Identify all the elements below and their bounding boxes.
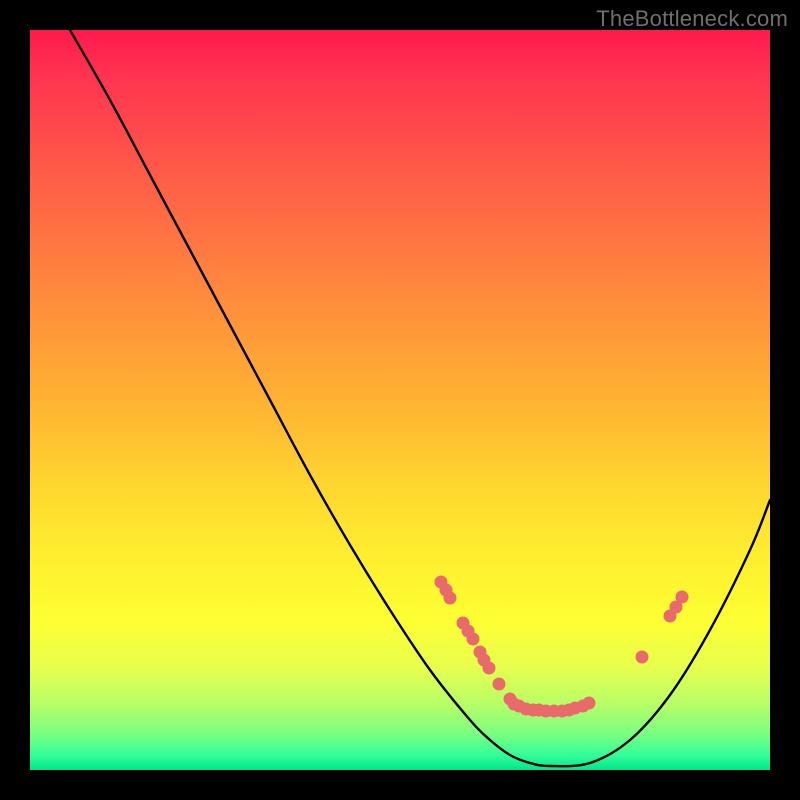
curve-marker-dot xyxy=(636,651,649,664)
curve-marker-dot xyxy=(444,592,457,605)
bottleneck-curve-line xyxy=(70,30,770,766)
curve-marker-group xyxy=(435,576,689,718)
curve-marker-dot xyxy=(483,662,496,675)
chart-plot-area xyxy=(30,30,770,770)
curve-marker-dot xyxy=(493,678,506,691)
curve-marker-dot xyxy=(583,697,596,710)
curve-marker-dot xyxy=(467,633,480,646)
curve-marker-dot xyxy=(676,591,689,604)
watermark-label: TheBottleneck.com xyxy=(596,6,788,32)
bottleneck-curve-svg xyxy=(30,30,770,770)
